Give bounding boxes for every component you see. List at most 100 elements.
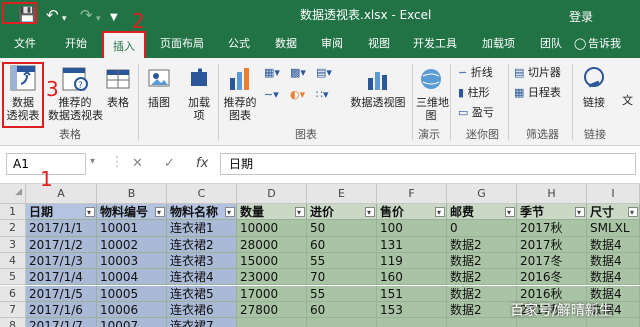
table-header-cell[interactable]: 邮费 ▾ bbox=[447, 204, 517, 221]
table-cell[interactable]: 2017/1/2 bbox=[26, 236, 97, 253]
column-header-d[interactable]: D bbox=[237, 184, 307, 204]
table-cell[interactable]: 10003 bbox=[97, 252, 167, 270]
table-cell[interactable]: 10005 bbox=[97, 285, 167, 302]
column-header-b[interactable]: B bbox=[97, 184, 167, 204]
table-header-cell[interactable]: 物料名称 ▾ bbox=[167, 204, 237, 221]
filter-dropdown-icon[interactable]: ▾ bbox=[628, 207, 638, 217]
filter-dropdown-icon[interactable]: ▾ bbox=[365, 207, 375, 217]
table-cell[interactable] bbox=[447, 318, 517, 327]
column-header-a[interactable]: A bbox=[26, 184, 97, 204]
filter-dropdown-icon[interactable]: ▾ bbox=[85, 207, 95, 217]
line-chart-icon[interactable]: ∼▾ bbox=[264, 88, 279, 102]
filter-dropdown-icon[interactable]: ▾ bbox=[295, 207, 305, 217]
table-cell[interactable]: 数据2 bbox=[447, 301, 517, 319]
table-header-cell[interactable]: 季节 ▾ bbox=[517, 204, 587, 221]
column-header-i[interactable]: I bbox=[587, 184, 640, 204]
table-header-cell[interactable]: 售价 ▾ bbox=[377, 204, 447, 221]
table-cell[interactable] bbox=[377, 318, 447, 327]
tell-me-input[interactable]: 告诉我 bbox=[588, 37, 621, 51]
row-header[interactable]: 8 bbox=[0, 318, 26, 327]
table-cell[interactable]: 数据4 bbox=[587, 236, 640, 253]
column-header-c[interactable]: C bbox=[167, 184, 237, 204]
waterfall-chart-icon[interactable]: ▤▾ bbox=[316, 66, 332, 80]
slicer-button[interactable]: ▤ 切片器 bbox=[514, 66, 561, 80]
tab-home[interactable]: 开始 bbox=[65, 37, 87, 51]
table-cell[interactable]: 131 bbox=[377, 236, 447, 253]
table-cell[interactable]: 2017/1/5 bbox=[26, 285, 97, 302]
table-header-cell[interactable]: 物料编号 ▾ bbox=[97, 204, 167, 221]
illustrations-button[interactable]: 插图 bbox=[144, 64, 174, 109]
text-button[interactable]: 文 bbox=[622, 94, 640, 107]
table-cell[interactable]: 连衣裙1 bbox=[167, 220, 237, 237]
name-box-dropdown-icon[interactable]: ▾ bbox=[90, 156, 95, 167]
redo-icon[interactable]: ↷ bbox=[80, 6, 93, 24]
column-header-e[interactable]: E bbox=[307, 184, 377, 204]
table-cell[interactable]: 23000 bbox=[237, 269, 307, 286]
filter-dropdown-icon[interactable]: ▾ bbox=[435, 207, 445, 217]
table-header-cell[interactable]: 进价 ▾ bbox=[307, 204, 377, 221]
table-cell[interactable]: 2017秋 bbox=[517, 236, 587, 253]
cancel-icon[interactable]: ✕ bbox=[132, 156, 143, 171]
table-cell[interactable]: 28000 bbox=[237, 236, 307, 253]
table-cell[interactable]: 55 bbox=[307, 252, 377, 270]
table-cell[interactable]: 2017/1/6 bbox=[26, 301, 97, 319]
tab-file[interactable]: 文件 bbox=[14, 37, 36, 51]
table-cell[interactable]: 10006 bbox=[97, 301, 167, 319]
row-header[interactable]: 3 bbox=[0, 236, 26, 253]
table-cell[interactable]: 10004 bbox=[97, 269, 167, 286]
addins-button[interactable]: 加载 项 bbox=[184, 64, 214, 122]
row-header[interactable]: 4 bbox=[0, 252, 26, 270]
sparkline-winloss-button[interactable]: ▭ 盈亏 bbox=[458, 106, 494, 120]
undo-icon[interactable]: ↶ bbox=[46, 6, 59, 24]
table-cell[interactable]: 50 bbox=[307, 220, 377, 237]
table-cell[interactable]: 连衣裙6 bbox=[167, 301, 237, 319]
table-cell[interactable]: 10001 bbox=[97, 220, 167, 237]
table-cell[interactable]: 数据2 bbox=[447, 285, 517, 302]
pie-chart-icon[interactable]: ◐▾ bbox=[290, 88, 305, 102]
table-cell[interactable]: 数据4 bbox=[587, 269, 640, 286]
redo-dropdown-icon[interactable]: ▾ bbox=[96, 10, 101, 28]
sparkline-line-button[interactable]: ∽ 折线 bbox=[458, 66, 493, 80]
tab-addins[interactable]: 加载项 bbox=[482, 37, 515, 51]
select-all-button[interactable]: ◢ bbox=[0, 184, 26, 204]
table-cell[interactable]: 数据4 bbox=[587, 252, 640, 270]
tab-developer[interactable]: 开发工具 bbox=[413, 37, 457, 51]
table-cell[interactable]: 连衣裙3 bbox=[167, 252, 237, 270]
scatter-chart-icon[interactable]: ∷▾ bbox=[316, 88, 329, 102]
tab-formulas[interactable]: 公式 bbox=[228, 37, 250, 51]
table-cell[interactable]: 15000 bbox=[237, 252, 307, 270]
table-cell[interactable]: 119 bbox=[377, 252, 447, 270]
table-cell[interactable]: 10002 bbox=[97, 236, 167, 253]
enter-icon[interactable]: ✓ bbox=[164, 156, 175, 171]
table-cell[interactable]: SMLXL bbox=[587, 220, 640, 237]
row-header[interactable]: 7 bbox=[0, 301, 26, 319]
table-cell[interactable]: 2017/1/7 bbox=[26, 318, 97, 327]
column-chart-icon[interactable]: ▦▾ bbox=[264, 66, 280, 80]
table-cell[interactable]: 2017/1/1 bbox=[26, 220, 97, 237]
table-header-cell[interactable]: 数量 ▾ bbox=[237, 204, 307, 221]
row-header[interactable]: 2 bbox=[0, 220, 26, 237]
table-cell[interactable] bbox=[237, 318, 307, 327]
filter-dropdown-icon[interactable]: ▾ bbox=[575, 207, 585, 217]
tab-view[interactable]: 视图 bbox=[368, 37, 390, 51]
table-cell[interactable]: 70 bbox=[307, 269, 377, 286]
table-cell[interactable]: 60 bbox=[307, 301, 377, 319]
3d-map-button[interactable]: 三维地 图 bbox=[416, 64, 449, 122]
table-cell[interactable]: 2017冬 bbox=[517, 252, 587, 270]
table-cell[interactable]: 连衣裙4 bbox=[167, 269, 237, 286]
table-cell[interactable]: 27800 bbox=[237, 301, 307, 319]
column-header-h[interactable]: H bbox=[517, 184, 587, 204]
table-cell[interactable]: 100 bbox=[377, 220, 447, 237]
sparkline-column-button[interactable]: ▮ 柱形 bbox=[458, 86, 490, 100]
table-cell[interactable]: 数据2 bbox=[447, 269, 517, 286]
filter-dropdown-icon[interactable]: ▾ bbox=[505, 207, 515, 217]
column-header-f[interactable]: F bbox=[377, 184, 447, 204]
table-cell[interactable]: 2016冬 bbox=[517, 269, 587, 286]
tab-review[interactable]: 审阅 bbox=[321, 37, 343, 51]
formula-input[interactable]: 日期 bbox=[220, 153, 636, 175]
column-header-g[interactable]: G bbox=[447, 184, 517, 204]
table-cell[interactable]: 数据2 bbox=[447, 236, 517, 253]
table-cell[interactable]: 17000 bbox=[237, 285, 307, 302]
tab-team[interactable]: 团队 bbox=[540, 37, 562, 51]
table-cell[interactable]: 151 bbox=[377, 285, 447, 302]
